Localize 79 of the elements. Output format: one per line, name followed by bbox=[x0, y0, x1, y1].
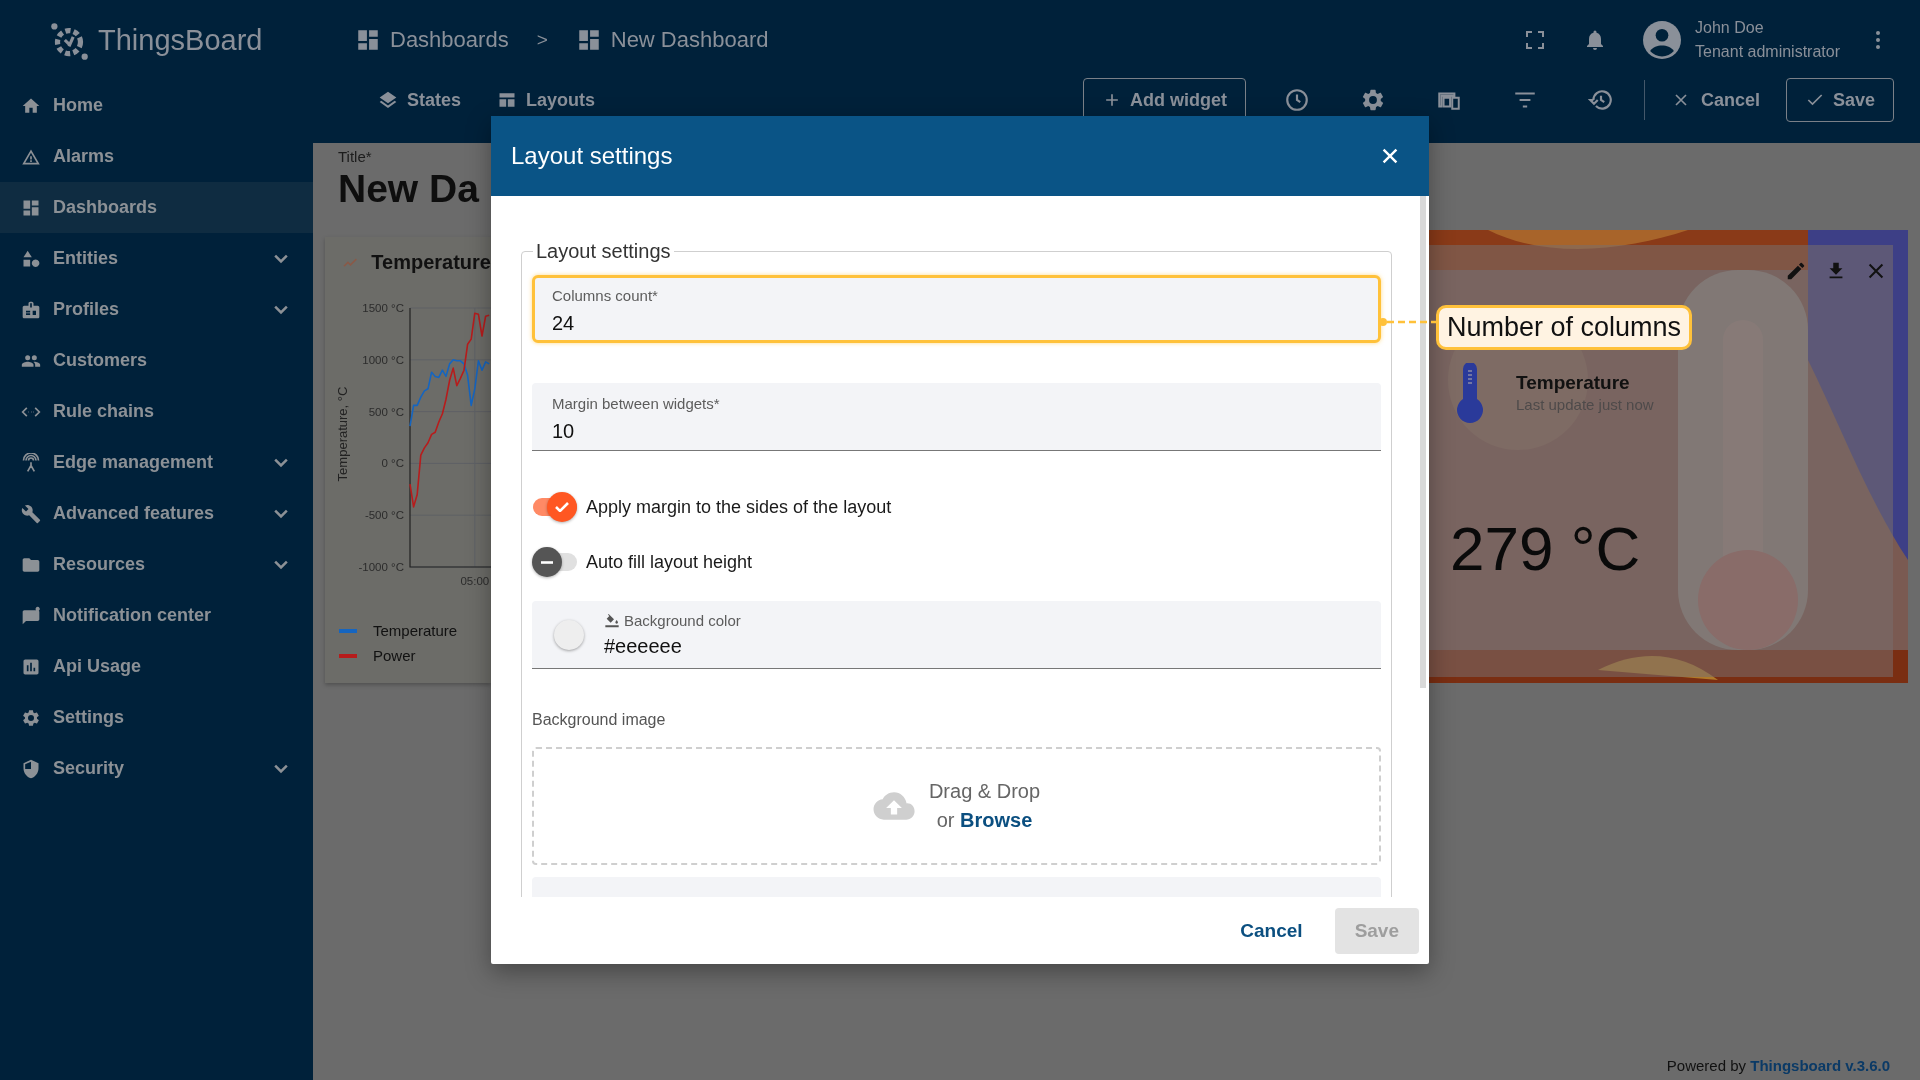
sidebar-item[interactable]: Security bbox=[0, 743, 313, 794]
minus-icon bbox=[541, 560, 553, 564]
avatar-icon[interactable] bbox=[1643, 21, 1682, 59]
input-field[interactable]: Columns count* 24 bbox=[532, 275, 1381, 343]
callout-label: Number of columns bbox=[1436, 305, 1693, 350]
settings-icon bbox=[21, 707, 41, 728]
breadcrumb-link[interactable]: New Dashboard bbox=[575, 27, 769, 53]
sidebar-item[interactable]: Alarms bbox=[0, 131, 313, 182]
sidebar-item[interactable]: Dashboards bbox=[0, 182, 313, 233]
browse-link[interactable]: Browse bbox=[960, 809, 1033, 831]
sidebar-item[interactable]: Api Usage bbox=[0, 641, 313, 692]
user-name: John Doe bbox=[1695, 19, 1765, 37]
drop-zone[interactable]: Drag & Drop or Browse bbox=[532, 747, 1381, 865]
sidebar-item[interactable]: Settings bbox=[0, 692, 313, 743]
axis-title: Temperature, °C bbox=[335, 386, 350, 482]
history-icon[interactable] bbox=[1587, 87, 1614, 113]
toggle-label: Auto fill layout height bbox=[586, 551, 753, 573]
sidebar-item[interactable]: Entities bbox=[0, 233, 313, 284]
paint-bucket-icon bbox=[604, 612, 620, 628]
dialog-title: Layout settings bbox=[511, 142, 673, 170]
thermometer-icon bbox=[1454, 363, 1486, 425]
toggle-switch[interactable] bbox=[532, 547, 578, 577]
cloud-upload-icon bbox=[872, 792, 915, 820]
footer-text: Powered by Thingsboard v.3.6.0 bbox=[1666, 1057, 1890, 1074]
breadcrumb-separator: > bbox=[536, 29, 548, 51]
tick-label: 1500 °C bbox=[362, 302, 404, 314]
sidebar-item[interactable]: Edge management bbox=[0, 437, 313, 488]
input-field[interactable]: Margin between widgets* 10 bbox=[532, 383, 1381, 451]
legend-swatch bbox=[339, 653, 357, 658]
sidebar-item[interactable]: Rule chains bbox=[0, 386, 313, 437]
tick-label: -500 °C bbox=[364, 509, 404, 522]
sidebar-item[interactable]: Customers bbox=[0, 335, 313, 386]
dashboard-title: New Da bbox=[338, 167, 479, 211]
title-label: Title* bbox=[338, 148, 372, 165]
check-icon bbox=[555, 502, 569, 512]
user-role: Tenant administrator bbox=[1695, 43, 1840, 61]
temperature-value: 279 °C bbox=[1450, 513, 1641, 584]
scrollbar[interactable] bbox=[1420, 196, 1426, 688]
edit-icon[interactable] bbox=[1785, 260, 1807, 282]
toolbar-tab[interactable]: States bbox=[378, 89, 462, 111]
clock-icon[interactable] bbox=[1283, 87, 1310, 113]
widget-title: Temperature bbox=[371, 251, 491, 274]
shield-icon bbox=[21, 758, 41, 779]
chat-icon bbox=[21, 605, 41, 626]
layout-icon bbox=[497, 90, 518, 110]
shapes-icon bbox=[21, 248, 41, 269]
id-card-icon bbox=[21, 299, 41, 320]
drop-hint: Drag & Drop bbox=[928, 780, 1041, 803]
legend-swatch bbox=[339, 628, 357, 633]
sidebar-item[interactable]: Advanced features bbox=[0, 488, 313, 539]
cancel-button[interactable]: Cancel bbox=[1656, 89, 1774, 111]
widget-title: Temperature bbox=[1516, 372, 1631, 394]
toolbar-tab[interactable]: Layouts bbox=[497, 89, 596, 111]
toggle-switch[interactable] bbox=[532, 492, 578, 522]
breadcrumb-link[interactable]: Dashboards bbox=[355, 27, 509, 53]
wrench-icon bbox=[21, 503, 41, 524]
layers-icon bbox=[378, 90, 398, 110]
drop-hint: or bbox=[936, 809, 955, 831]
sidebar-item[interactable]: Notification center bbox=[0, 590, 313, 641]
legend-label: Power bbox=[373, 647, 416, 664]
color-swatch[interactable] bbox=[554, 619, 584, 650]
tick-label: -1000 °C bbox=[358, 561, 404, 573]
section-title: Layout settings bbox=[535, 240, 672, 263]
tick-label: 05:00 bbox=[460, 575, 490, 587]
sidebar-item[interactable]: Resources bbox=[0, 539, 313, 590]
save-button[interactable]: Save bbox=[1785, 78, 1894, 122]
cancel-button[interactable]: Cancel bbox=[1228, 909, 1315, 952]
dashboard-icon bbox=[355, 27, 381, 53]
tick-label: 1000 °C bbox=[362, 353, 404, 366]
sidebar-item[interactable]: Home bbox=[0, 80, 313, 131]
logo-text[interactable]: ThingsBoard bbox=[98, 23, 263, 57]
tick-label: 500 °C bbox=[368, 405, 404, 418]
toggle-label: Apply margin to the sides of the layout bbox=[586, 496, 892, 518]
antenna-icon bbox=[21, 452, 41, 473]
sidebar-item[interactable]: Profiles bbox=[0, 284, 313, 335]
legend-label: Temperature bbox=[373, 622, 458, 639]
color-field[interactable]: Background color #eeeeee bbox=[532, 601, 1381, 669]
tick-label: 0 °C bbox=[381, 457, 404, 470]
field-label: Background image bbox=[532, 711, 667, 729]
